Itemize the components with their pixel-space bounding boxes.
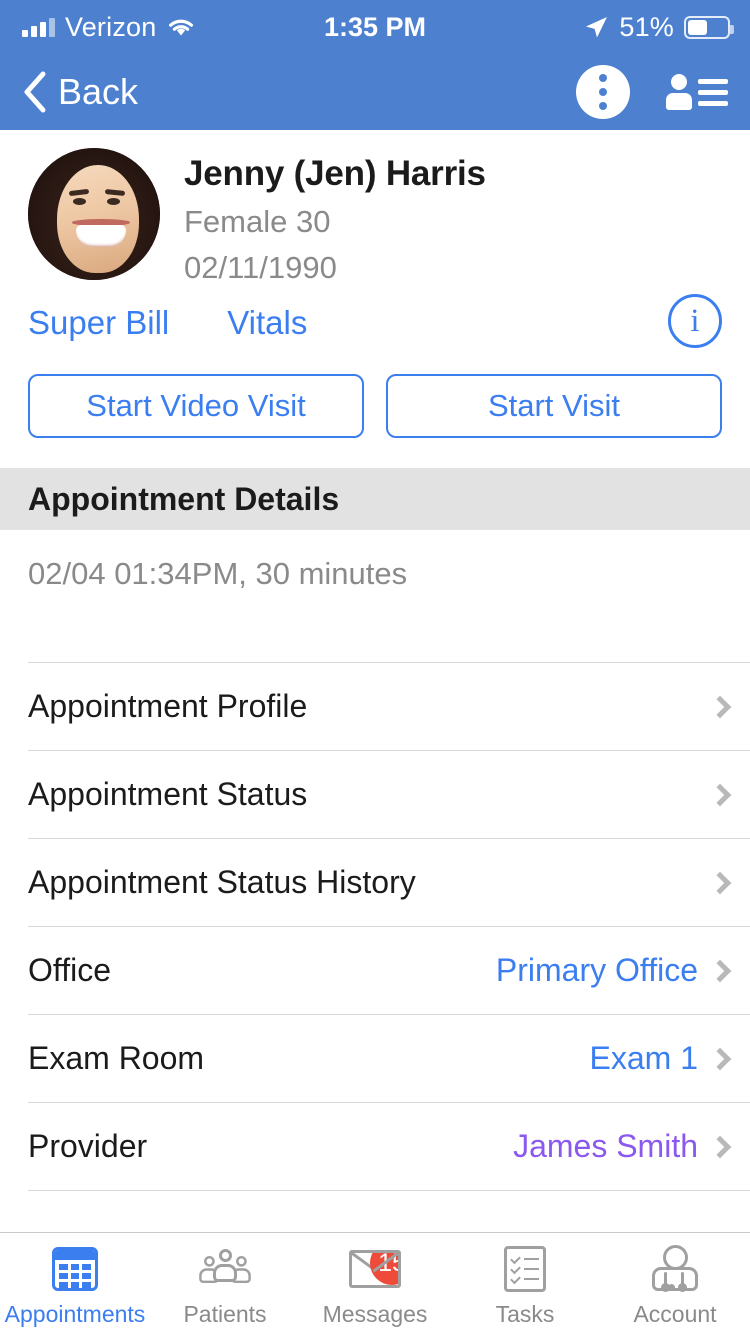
back-button[interactable]: Back	[22, 70, 138, 114]
appointment-details-header: Appointment Details	[0, 468, 750, 530]
clock-label: 1:35 PM	[323, 11, 427, 42]
super-bill-link[interactable]: Super Bill	[28, 304, 169, 342]
row-label: Appointment Profile	[28, 688, 308, 724]
list-item-appointment-status-history[interactable]: Appointment Status History	[28, 838, 750, 926]
list-item-appointment-profile[interactable]: Appointment Profile	[28, 662, 750, 750]
row-value: James Smith	[513, 1128, 698, 1164]
tab-label: Tasks	[495, 1301, 555, 1327]
chevron-right-icon	[708, 959, 732, 982]
tab-patients[interactable]: Patients	[150, 1233, 300, 1334]
appointment-detail-list: Appointment Profile Appointment Status A…	[0, 662, 750, 1191]
back-label: Back	[58, 71, 139, 112]
row-value: Primary Office	[495, 952, 698, 988]
row-right: James Smith	[513, 1128, 732, 1165]
chevron-right-icon	[708, 871, 732, 894]
tab-label: Account	[633, 1301, 717, 1327]
list-item-office[interactable]: Office Primary Office	[28, 926, 750, 1014]
chevron-right-icon	[708, 783, 732, 806]
appointment-datetime: 02/04 01:34PM, 30 minutes	[28, 556, 408, 591]
list-item-exam-room[interactable]: Exam Room Exam 1	[28, 1014, 750, 1102]
row-right: Primary Office	[495, 952, 732, 989]
tab-account[interactable]: Account	[600, 1233, 750, 1334]
row-label: Exam Room	[28, 1040, 205, 1076]
patient-header: Jenny (Jen) Harris Female 30 02/11/1990	[0, 130, 750, 286]
tab-tasks[interactable]: Tasks	[450, 1233, 600, 1334]
row-right	[698, 783, 732, 806]
patient-dob: 02/11/1990	[184, 250, 337, 285]
tab-label: Patients	[183, 1301, 267, 1327]
patient-list-icon[interactable]	[666, 74, 728, 110]
row-label: Appointment Status	[28, 776, 308, 812]
chevron-left-icon	[24, 71, 46, 113]
nav-actions	[576, 65, 728, 119]
row-label: Office	[28, 952, 111, 988]
tab-messages[interactable]: 15 Messages	[300, 1233, 450, 1334]
status-bar-right: 51%	[583, 0, 734, 54]
doctor-icon	[650, 1243, 700, 1295]
info-icon[interactable]: i	[668, 294, 722, 348]
visit-actions: Start Video Visit Start Visit	[0, 342, 750, 468]
overflow-menu-icon[interactable]	[576, 65, 630, 119]
envelope-icon: 15	[349, 1243, 401, 1295]
checklist-icon	[504, 1243, 546, 1295]
list-lines-glyph	[698, 78, 728, 106]
signal-bars-icon	[22, 17, 55, 37]
row-label: Appointment Status History	[28, 864, 416, 900]
vitals-link[interactable]: Vitals	[227, 304, 307, 342]
app-screen: Verizon 1:35 PM 51% Back Jenny (Jen) Har…	[0, 0, 750, 1334]
tab-bar: Appointments Patients 15 Messages	[0, 1232, 750, 1334]
tab-label: Appointments	[4, 1301, 146, 1327]
navigation-bar: Back	[0, 54, 750, 130]
patient-quick-links: Super Bill Vitals i	[0, 286, 750, 348]
row-right	[698, 695, 732, 718]
battery-percent-label: 51%	[619, 11, 674, 42]
start-video-visit-button[interactable]: Start Video Visit	[28, 374, 364, 438]
message-badge: 15	[370, 1253, 398, 1285]
list-bottom-divider	[28, 1190, 750, 1191]
chevron-right-icon	[708, 695, 732, 718]
chevron-right-icon	[708, 1135, 732, 1158]
battery-icon	[684, 15, 734, 39]
patient-info: Jenny (Jen) Harris Female 30 02/11/1990	[184, 148, 486, 286]
wifi-icon	[169, 19, 194, 36]
row-right	[698, 871, 732, 894]
patient-sex-age: Female 30	[184, 204, 331, 239]
tab-label: Messages	[322, 1301, 428, 1327]
list-item-provider[interactable]: Provider James Smith	[28, 1102, 750, 1190]
status-bar: Verizon 1:35 PM 51%	[0, 0, 750, 54]
people-icon	[197, 1243, 253, 1295]
start-visit-button[interactable]: Start Visit	[386, 374, 722, 438]
carrier-label: Verizon	[65, 11, 157, 42]
patient-name: Jenny (Jen) Harris	[184, 154, 486, 193]
location-arrow-icon	[586, 17, 608, 38]
chevron-right-icon	[708, 1047, 732, 1070]
tab-appointments[interactable]: Appointments	[0, 1233, 150, 1334]
row-right: Exam 1	[589, 1040, 732, 1077]
status-bar-left: Verizon	[22, 12, 196, 43]
list-item-appointment-status[interactable]: Appointment Status	[28, 750, 750, 838]
avatar[interactable]	[28, 148, 160, 280]
calendar-icon	[52, 1243, 98, 1295]
person-glyph	[666, 74, 692, 110]
row-value: Exam 1	[589, 1040, 698, 1076]
row-label: Provider	[28, 1128, 148, 1164]
